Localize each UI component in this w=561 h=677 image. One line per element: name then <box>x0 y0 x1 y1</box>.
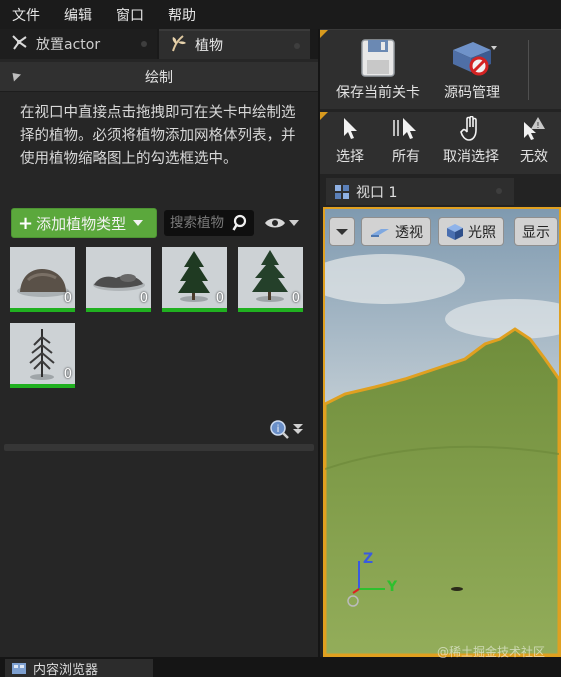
perspective-icon <box>371 228 389 237</box>
add-foliage-type-label: 添加植物类型 <box>36 214 127 233</box>
watermark: @稀土掘金技术社区 <box>437 645 546 659</box>
show-label: 显示 <box>522 224 550 241</box>
save-level-label: 保存当前关卡 <box>336 85 420 101</box>
search-icon[interactable] <box>232 214 250 236</box>
invalid-icon: ! <box>524 117 545 140</box>
foliage-item-pine-tree[interactable]: 0 <box>162 247 227 312</box>
foliage-item-pine-tree-2[interactable]: 0 <box>238 247 303 312</box>
paint-description: 在视口中直接点击拖拽即可在关卡中绘制选择的植物。必须将植物添加网格体列表，并使用… <box>20 105 296 167</box>
chevron-down-icon <box>336 228 348 235</box>
deselect-label: 取消选择 <box>443 149 499 165</box>
deselect-button[interactable]: 取消选择 <box>436 115 506 166</box>
lit-button[interactable]: 光照 <box>438 217 504 246</box>
add-foliage-type-button[interactable]: + 添加植物类型 <box>11 208 157 238</box>
axis-z-label: Z <box>363 551 374 567</box>
viewport-grid-icon <box>335 184 349 199</box>
content-browser-icon <box>12 663 26 674</box>
foliage-count: 0 <box>215 291 224 306</box>
menu-edit[interactable]: 编辑 <box>52 5 104 25</box>
show-button[interactable]: 显示 <box>514 217 558 246</box>
tab-place-actor[interactable]: 放置actor <box>0 29 157 59</box>
foliage-count: 0 <box>63 291 72 306</box>
tab-close-dot[interactable] <box>294 43 300 49</box>
dropdown-arrow-icon <box>133 220 144 226</box>
toolbar-corner-marker <box>320 112 328 120</box>
plus-icon: + <box>18 212 34 234</box>
viewport-options-button[interactable] <box>329 217 355 246</box>
foliage-item-rock[interactable]: 0 <box>10 247 75 312</box>
menu-help[interactable]: 帮助 <box>156 5 208 25</box>
foliage-item-rocks-flat[interactable]: 0 <box>86 247 151 312</box>
select-button[interactable]: 选择 <box>330 116 370 166</box>
foliage-count: 0 <box>139 291 148 306</box>
lit-label: 光照 <box>468 224 496 241</box>
grid-tools: i <box>269 419 304 439</box>
view-options-button[interactable] <box>264 216 299 230</box>
content-browser-label: 内容浏览器 <box>33 662 99 677</box>
deselect-hand-icon <box>460 115 477 141</box>
tab-foliage-label: 植物 <box>195 38 223 54</box>
invalid-label: 无效 <box>520 149 548 165</box>
source-control-icon <box>453 42 497 76</box>
place-actor-icon <box>10 33 30 55</box>
foliage-panel: 放置actor 植物 绘制 在视口中直接点击拖拽即可在关卡中绘制选择的植物。必须… <box>0 29 318 657</box>
foliage-toolrow: + 添加植物类型 <box>11 207 311 239</box>
cursor-icon <box>344 118 357 139</box>
save-icon <box>361 39 395 77</box>
svg-text:i: i <box>277 424 280 435</box>
toolbar-corner-marker <box>320 30 328 38</box>
select-all-label: 所有 <box>392 149 420 165</box>
editor-main: 保存当前关卡 源码管理 选择 所有 取消选择 ! 无效 视口 1 透视 光照 显… <box>320 29 561 657</box>
level-viewport[interactable]: 透视 光照 显示 Z Y <box>323 207 561 657</box>
select-all-button[interactable]: 所有 <box>386 116 426 166</box>
save-level-button[interactable]: 保存当前关卡 <box>330 38 426 102</box>
paint-section-title: 绘制 <box>145 69 173 86</box>
viewport-tab-label: 视口 1 <box>356 184 398 201</box>
toolbar-divider <box>528 40 529 100</box>
content-browser-tab[interactable]: 内容浏览器 <box>5 659 153 677</box>
select-all-icon <box>393 118 416 139</box>
perspective-button[interactable]: 透视 <box>361 217 431 246</box>
menu-file[interactable]: 文件 <box>0 5 52 25</box>
foliage-count: 0 <box>63 367 72 382</box>
svg-text:!: ! <box>536 121 539 130</box>
main-toolbar: 保存当前关卡 源码管理 <box>320 29 561 109</box>
expand-down-icon[interactable] <box>292 423 304 435</box>
chevron-down-icon <box>289 220 299 226</box>
foliage-search <box>164 210 254 236</box>
select-label: 选择 <box>336 149 364 165</box>
left-tab-bar: 放置actor 植物 <box>0 29 318 59</box>
foliage-search-input[interactable] <box>170 215 232 231</box>
paint-section-header[interactable]: 绘制 <box>0 62 318 92</box>
eye-icon <box>265 218 285 228</box>
axis-y-label: Y <box>387 579 398 595</box>
foliage-count: 0 <box>291 291 300 306</box>
source-control-button[interactable]: 源码管理 <box>432 38 512 102</box>
tab-foliage[interactable]: 植物 <box>159 29 310 59</box>
viewport-tab[interactable]: 视口 1 <box>326 178 514 205</box>
menu-bar: 文件 编辑 窗口 帮助 <box>0 0 561 29</box>
tab-close-dot[interactable] <box>141 41 147 47</box>
tab-close-dot[interactable] <box>496 188 502 194</box>
tab-place-actor-label: 放置actor <box>36 37 101 53</box>
invalid-button[interactable]: ! 无效 <box>516 116 552 166</box>
menu-window[interactable]: 窗口 <box>104 5 156 25</box>
lit-cube-icon <box>447 223 463 240</box>
zoom-info-icon[interactable]: i <box>269 419 289 439</box>
foliage-item-dead-tree[interactable]: 0 <box>10 323 75 388</box>
perspective-label: 透视 <box>395 224 423 241</box>
panel-scrollbar[interactable] <box>4 444 314 451</box>
collapse-caret-icon <box>8 69 22 82</box>
selection-toolbar: 选择 所有 取消选择 ! 无效 <box>320 112 561 174</box>
source-control-label: 源码管理 <box>444 85 500 101</box>
foliage-icon <box>169 33 189 57</box>
